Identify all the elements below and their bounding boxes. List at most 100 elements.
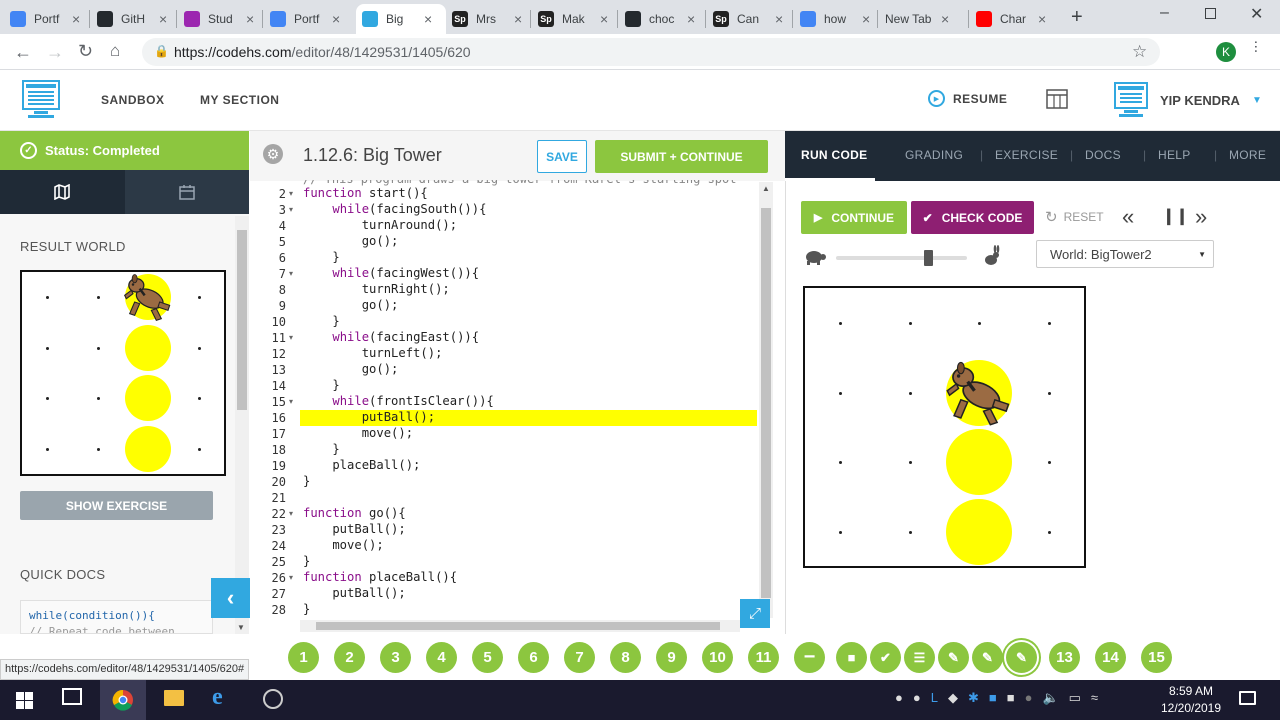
tab-exercise[interactable]: EXERCISE [995,148,1058,162]
fold-arrow-icon[interactable]: ▾ [289,189,293,198]
browser-tab[interactable]: Big × [356,4,446,34]
exercise-step-button[interactable]: 10 [702,642,733,673]
bookmark-star-icon[interactable]: ☆ [1132,42,1147,62]
tray-app-icon-5[interactable]: ■ [1007,690,1015,706]
tab-docs[interactable]: DOCS [1085,148,1121,162]
close-tab-icon[interactable]: × [600,11,608,27]
home-icon[interactable]: ⌂ [110,41,120,61]
editor-vscrollbar[interactable]: ▲ [759,182,773,618]
tray-shield-icon[interactable]: ◆ [948,690,958,706]
nav-sandbox[interactable]: SANDBOX [101,93,165,107]
exercise-step-button[interactable]: 14 [1095,642,1126,673]
tab-calendar[interactable] [125,170,249,214]
pencil-icon[interactable]: ✎ [1006,642,1037,673]
tab-help[interactable]: HELP [1158,148,1191,162]
exercise-step-button[interactable]: 6 [518,642,549,673]
fold-arrow-icon[interactable]: ▾ [289,397,293,406]
gradebook-icon[interactable] [1046,89,1068,109]
collapse-panel-button[interactable]: ‹ [211,578,250,618]
close-tab-icon[interactable]: × [941,11,949,27]
fold-arrow-icon[interactable]: ▾ [289,333,293,342]
editor-vscrollbar-thumb[interactable] [761,208,771,598]
fold-arrow-icon[interactable]: ▾ [289,509,293,518]
submit-continue-button[interactable]: SUBMIT + CONTINUE [595,140,768,173]
browser-tab[interactable]: Sp Can × [707,4,791,34]
reload-icon[interactable]: ↻ [78,41,93,62]
browser-tab[interactable]: how × [794,4,878,34]
video-icon[interactable]: ■ [836,642,867,673]
close-tab-icon[interactable]: × [514,11,522,27]
tab-map[interactable] [0,170,124,214]
browser-tab[interactable]: choc × [619,4,703,34]
tray-app-icon-6[interactable]: ● [1025,690,1033,706]
browser-tab[interactable]: Sp Mak × [532,4,616,34]
close-tab-icon[interactable]: × [687,11,695,27]
app-circle-icon[interactable] [263,689,283,709]
pencil-icon[interactable]: ✎ [972,642,1003,673]
tray-app-icon-2[interactable]: ● [913,690,921,706]
browser-tab[interactable]: Portf × [264,4,348,34]
browser-menu-icon[interactable]: ... [1251,40,1268,53]
left-scrollbar-thumb[interactable] [237,230,247,410]
browser-tab[interactable]: Sp Mrs × [446,4,530,34]
restore-icon[interactable] [1205,8,1216,19]
close-tab-icon[interactable]: × [775,11,783,27]
browser-tab[interactable]: New Tab × [879,4,963,34]
exercise-step-button[interactable]: 7 [564,642,595,673]
close-tab-icon[interactable]: × [159,11,167,27]
speed-slider-track[interactable] [836,256,967,260]
address-bar[interactable]: 🔒 https://codehs.com/editor/48/1429531/1… [142,38,1160,66]
exercise-step-button[interactable]: 5 [472,642,503,673]
browser-tab[interactable]: Char × [970,4,1054,34]
volume-icon[interactable]: 🔈 [1042,690,1058,706]
tab-run-code[interactable]: RUN CODE [801,148,867,162]
minimize-icon[interactable]: – [1160,4,1169,22]
close-tab-icon[interactable]: × [332,11,340,27]
tab-more[interactable]: MORE [1229,148,1266,162]
exercise-step-button[interactable]: 4 [426,642,457,673]
scroll-up-icon[interactable]: ▲ [762,184,770,193]
start-button[interactable] [0,680,48,720]
scroll-down-icon[interactable]: ▼ [237,623,245,632]
new-tab-icon[interactable]: + [1071,6,1083,29]
editor-hscrollbar[interactable] [300,620,740,632]
fold-arrow-icon[interactable]: ▾ [289,573,293,582]
close-tab-icon[interactable]: × [72,11,80,27]
tray-app-icon[interactable]: ● [895,690,903,706]
battery-icon[interactable]: ▭ [1069,690,1081,706]
exercise-step-button[interactable]: 2 [334,642,365,673]
file-explorer-icon[interactable] [164,690,184,706]
save-button[interactable]: SAVE [537,140,587,173]
exercise-step-button[interactable]: 1 [288,642,319,673]
resume-button[interactable]: ▶ RESUME [928,90,1007,107]
step-back-icon[interactable]: « [1122,204,1134,230]
tray-app-icon-4[interactable]: ■ [989,690,997,706]
close-tab-icon[interactable]: × [1038,11,1046,27]
reset-button[interactable]: ↻ RESET [1045,208,1104,226]
show-exercise-button[interactable]: SHOW EXERCISE [20,491,213,520]
check-code-button[interactable]: ✔ CHECK CODE [911,201,1034,234]
editor-hscrollbar-thumb[interactable] [316,622,720,630]
world-select[interactable]: World: BigTower2 ▼ [1036,240,1214,268]
close-window-icon[interactable]: ✕ [1250,4,1263,24]
clock[interactable]: 8:59 AM 12/20/2019 [1160,683,1222,717]
exercise-step-button[interactable]: 8 [610,642,641,673]
user-avatar-icon[interactable] [1114,82,1148,118]
tray-app-icon-3[interactable]: L [931,690,938,706]
left-scrollbar[interactable]: ▼ [235,216,249,634]
tab-grading[interactable]: GRADING [905,148,963,162]
back-icon[interactable]: ← [14,42,32,63]
exercise-step-button[interactable]: 3 [380,642,411,673]
minus-icon[interactable]: − [794,642,825,673]
exercise-step-button[interactable]: 9 [656,642,687,673]
wifi-icon[interactable]: ≈ [1091,690,1098,706]
exercise-step-button[interactable]: 13 [1049,642,1080,673]
codehs-logo[interactable] [22,80,60,120]
notifications-icon[interactable] [1239,691,1256,705]
check-icon[interactable]: ✔ [870,642,901,673]
document-icon[interactable]: ☰ [904,642,935,673]
fold-arrow-icon[interactable]: ▾ [289,269,293,278]
step-forward-icon[interactable]: » [1195,204,1207,230]
forward-icon[interactable]: → [46,42,64,63]
pause-icon[interactable]: ❙❙ [1162,206,1189,226]
